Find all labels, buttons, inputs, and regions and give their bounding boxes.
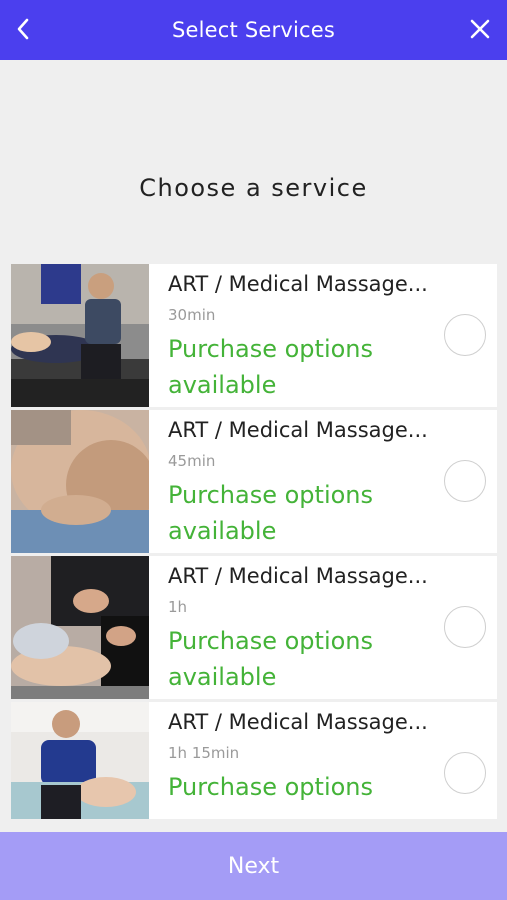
select-radio[interactable] — [444, 752, 486, 794]
service-info: ART / Medical Massage... 30min Purchase … — [149, 264, 497, 407]
close-icon — [470, 19, 490, 39]
service-info: ART / Medical Massage... 1h Purchase opt… — [149, 556, 497, 699]
select-radio[interactable] — [444, 606, 486, 648]
massage-photo-3 — [11, 556, 149, 699]
massage-photo-1 — [11, 264, 149, 407]
service-info: ART / Medical Massage... 45min Purchase … — [149, 410, 497, 553]
select-radio[interactable] — [444, 314, 486, 356]
service-name: ART / Medical Massage... — [168, 272, 428, 296]
service-info: ART / Medical Massage... 1h 15min Purcha… — [149, 702, 497, 819]
massage-photo-2 — [11, 410, 149, 553]
service-card[interactable]: ART / Medical Massage... 1h Purchase opt… — [11, 556, 497, 699]
service-thumbnail — [11, 556, 149, 699]
massage-photo-4 — [11, 702, 149, 819]
select-radio[interactable] — [444, 460, 486, 502]
service-name: ART / Medical Massage... — [168, 710, 428, 734]
next-button[interactable]: Next — [0, 832, 507, 900]
service-thumbnail — [11, 702, 149, 819]
service-list: ART / Medical Massage... 30min Purchase … — [11, 264, 497, 819]
purchase-status: Purchase options — [168, 773, 374, 801]
purchase-status: Purchase options available — [168, 481, 374, 545]
section-heading: Choose a service — [139, 174, 368, 202]
header-bar: Select Services — [0, 0, 507, 60]
service-thumbnail — [11, 410, 149, 553]
service-card[interactable]: ART / Medical Massage... 30min Purchase … — [11, 264, 497, 407]
service-card[interactable]: ART / Medical Massage... 1h 15min Purcha… — [11, 702, 497, 819]
service-name: ART / Medical Massage... — [168, 564, 428, 588]
service-name: ART / Medical Massage... — [168, 418, 428, 442]
purchase-status: Purchase options available — [168, 627, 374, 691]
purchase-status: Purchase options available — [168, 335, 374, 399]
page-title: Select Services — [171, 18, 335, 42]
close-button[interactable] — [465, 14, 495, 44]
service-card[interactable]: ART / Medical Massage... 45min Purchase … — [11, 410, 497, 553]
service-thumbnail — [11, 264, 149, 407]
